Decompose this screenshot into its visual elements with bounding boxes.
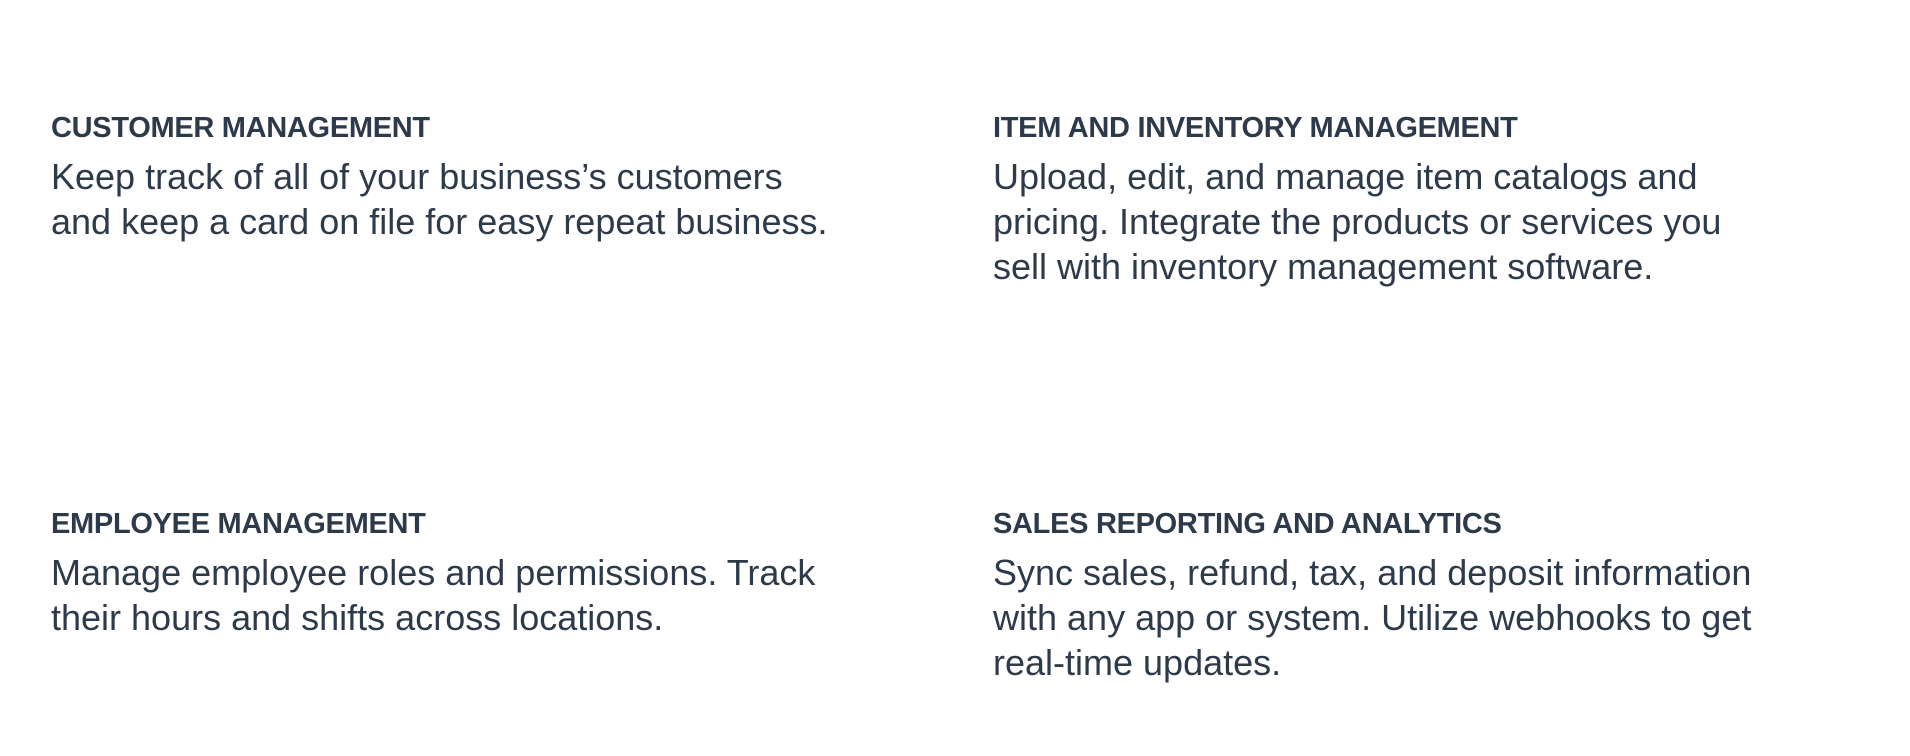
feature-title: ITEM AND INVENTORY MANAGEMENT xyxy=(993,112,1518,144)
feature-sales-reporting-analytics: SALES REPORTING AND ANALYTICS Sync sales… xyxy=(993,506,1873,685)
feature-employee-management: EMPLOYEE MANAGEMENT Manage employee role… xyxy=(51,506,931,640)
feature-description: Upload, edit, and manage item catalogs a… xyxy=(993,154,1873,289)
feature-description: Manage employee roles and permissions. T… xyxy=(51,550,931,640)
description-line: Sync sales, refund, tax, and deposit inf… xyxy=(993,552,1752,593)
description-line: Manage employee roles and permissions. T… xyxy=(51,552,816,593)
description-line: sell with inventory management software. xyxy=(993,246,1654,287)
description-line: Keep track of all of your business’s cus… xyxy=(51,156,783,197)
description-line: pricing. Integrate the products or servi… xyxy=(993,201,1722,242)
feature-title: SALES REPORTING AND ANALYTICS xyxy=(993,508,1502,540)
feature-description: Sync sales, refund, tax, and deposit inf… xyxy=(993,550,1873,685)
feature-customer-management: CUSTOMER MANAGEMENT Keep track of all of… xyxy=(51,110,931,244)
description-line: real-time updates. xyxy=(993,642,1282,683)
description-line: and keep a card on file for easy repeat … xyxy=(51,201,828,242)
description-line: their hours and shifts across locations. xyxy=(51,597,664,638)
feature-description: Keep track of all of your business’s cus… xyxy=(51,154,931,244)
feature-title: CUSTOMER MANAGEMENT xyxy=(51,112,430,144)
description-line: with any app or system. Utilize webhooks… xyxy=(993,597,1752,638)
description-line: Upload, edit, and manage item catalogs a… xyxy=(993,156,1698,197)
feature-item-inventory-management: ITEM AND INVENTORY MANAGEMENT Upload, ed… xyxy=(993,110,1873,289)
feature-title: EMPLOYEE MANAGEMENT xyxy=(51,508,426,540)
